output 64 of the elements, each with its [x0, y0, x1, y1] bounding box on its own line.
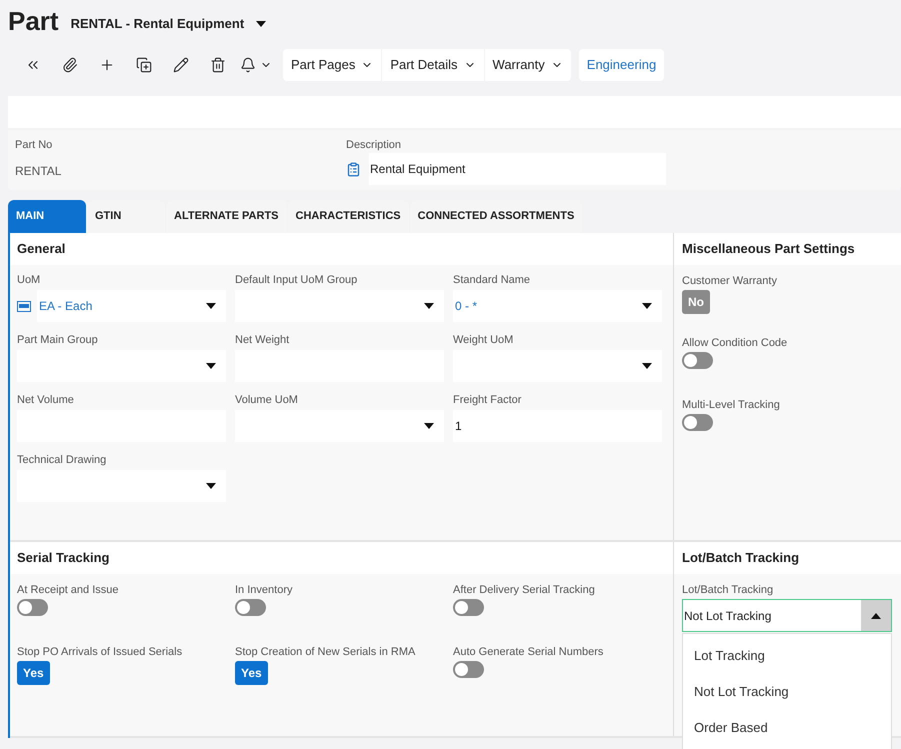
menu-button[interactable]: Part Pages — [283, 49, 382, 81]
dropdown-field[interactable]: EA - Each — [37, 290, 226, 322]
field-label: Lot/Batch Tracking — [682, 583, 774, 597]
dropdown-field[interactable]: Not Lot Tracking — [682, 599, 892, 632]
toggle-switch[interactable] — [453, 661, 484, 678]
field-label: Volume UoM — [235, 393, 299, 407]
caret-icon — [206, 363, 216, 369]
field-label: In Inventory — [235, 583, 292, 597]
dropdown-field[interactable] — [235, 410, 444, 442]
dropdown-field[interactable]: 0 - * — [453, 290, 662, 322]
field-value: RENTAL — [15, 163, 62, 180]
value-badge[interactable]: Yes — [17, 661, 50, 685]
toggle-switch[interactable] — [17, 599, 48, 616]
field-label: Standard Name — [453, 273, 532, 287]
dropdown-option[interactable]: Not Lot Tracking — [683, 674, 891, 710]
caret-icon — [256, 21, 266, 27]
field-label: UoM — [17, 273, 42, 287]
field-label: Weight UoM — [453, 333, 514, 347]
dropdown-field[interactable] — [17, 350, 226, 382]
value-badge[interactable]: Yes — [235, 661, 268, 685]
dropdown-field[interactable] — [17, 470, 226, 502]
field-label: Part Main Group — [17, 333, 99, 347]
dropdown-field[interactable] — [453, 350, 662, 382]
input-field[interactable]: 1 — [453, 410, 662, 442]
field-value: 1 — [455, 418, 462, 435]
page-title: Part — [8, 6, 59, 36]
toggle-switch[interactable] — [453, 599, 484, 616]
caret-icon — [424, 303, 434, 309]
caret-icon — [642, 303, 652, 309]
caret-icon — [871, 612, 881, 618]
field-label: Description — [346, 138, 402, 152]
caret-icon — [642, 363, 652, 369]
field-label: Auto Generate Serial Numbers — [453, 645, 604, 659]
menu-button[interactable]: Part Details — [382, 49, 484, 81]
field-label: Default Input UoM Group — [235, 273, 358, 287]
tab[interactable]: MAIN — [8, 200, 86, 233]
input-field[interactable]: Rental Equipment — [369, 153, 666, 185]
dropdown-option[interactable]: Lot Tracking — [683, 638, 891, 674]
field-label: Customer Warranty — [682, 274, 777, 288]
field-value: EA - Each — [39, 298, 92, 315]
field-label: Freight Factor — [453, 393, 522, 407]
caret-icon — [424, 423, 434, 429]
field-label: At Receipt and Issue — [17, 583, 119, 597]
record-title: RENTAL - Rental Equipment — [70, 14, 244, 33]
field-label: Multi-Level Tracking — [682, 398, 780, 412]
dropdown-option[interactable]: Order Based — [683, 710, 891, 746]
caret-icon — [206, 483, 216, 489]
field-value: 0 - * — [455, 298, 478, 315]
field-label: After Delivery Serial Tracking — [453, 583, 595, 597]
caret-icon — [206, 303, 216, 309]
field-label: Stop PO Arrivals of Issued Serials — [17, 645, 182, 659]
menu-button[interactable]: Warranty — [484, 49, 571, 81]
field-label: Allow Condition Code — [682, 336, 788, 350]
field-label: Stop Creation of New Serials in RMA — [235, 645, 416, 659]
toggle-switch[interactable] — [682, 414, 713, 431]
dropdown-field[interactable] — [235, 290, 444, 322]
field-label: Technical Drawing — [17, 453, 108, 467]
toggle-switch[interactable] — [682, 352, 713, 369]
field-label: Part No — [15, 138, 54, 152]
field-label: Net Weight — [235, 333, 290, 347]
engineering-link[interactable]: Engineering — [578, 49, 664, 81]
toggle-switch[interactable] — [235, 599, 266, 616]
field-label: Net Volume — [17, 393, 75, 407]
clipboard-icon — [346, 162, 361, 176]
